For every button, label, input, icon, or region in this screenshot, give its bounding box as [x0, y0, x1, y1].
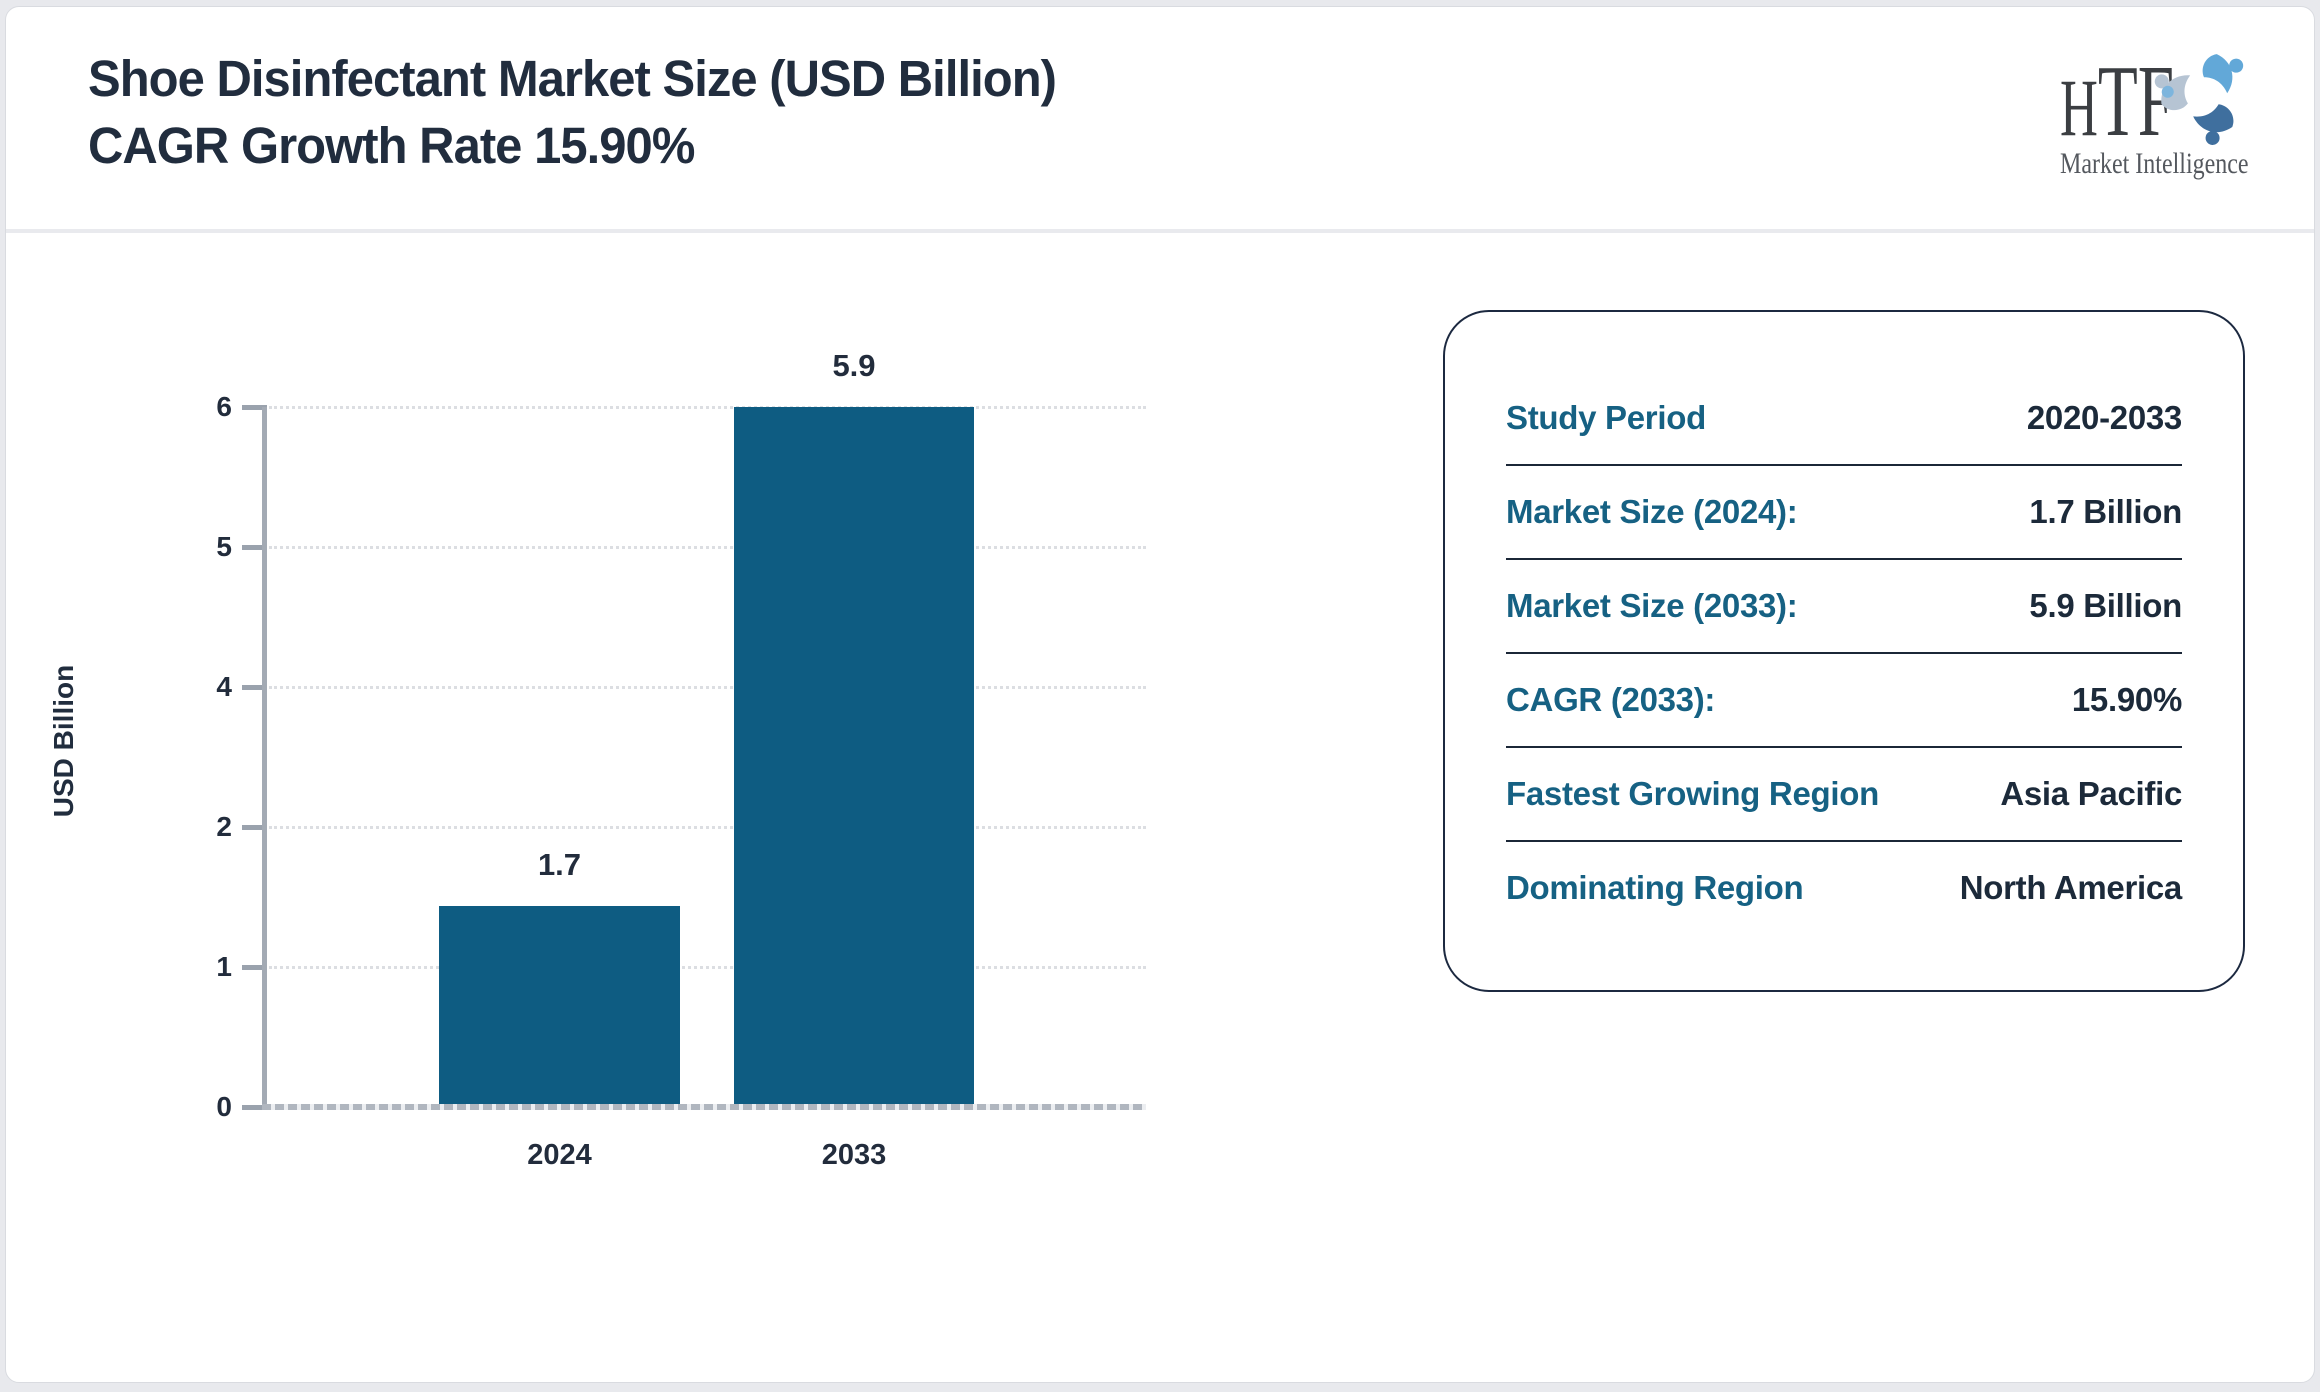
- row-label: Dominating Region: [1506, 869, 1804, 906]
- page-title: Shoe Disinfectant Market Size (USD Billi…: [88, 45, 1057, 179]
- x-axis-baseline: [262, 1104, 1146, 1110]
- gridline: [269, 826, 1146, 829]
- row-value: 5.9 Billion: [2029, 587, 2182, 624]
- row-value: Asia Pacific: [2000, 775, 2182, 812]
- gridline: [269, 406, 1146, 409]
- y-tick-label: 6: [216, 391, 232, 422]
- row-label: Market Size (2024):: [1506, 493, 1798, 530]
- page-title-line2: CAGR Growth Rate 15.90%: [88, 117, 695, 174]
- row-value: North America: [1959, 869, 2183, 906]
- bar-2033: [734, 407, 974, 1104]
- infographic-page: Shoe Disinfectant Market Size (USD Billi…: [0, 0, 2320, 1392]
- page-title-line1: Shoe Disinfectant Market Size (USD Billi…: [88, 50, 1057, 107]
- row-label: Market Size (2033):: [1506, 587, 1798, 624]
- row-label: Fastest Growing Region: [1506, 775, 1879, 812]
- row-value: 2020-2033: [2026, 399, 2182, 436]
- row-value: 15.90%: [2071, 681, 2182, 718]
- table-row: Fastest Growing Region Asia Pacific: [1506, 748, 2182, 842]
- gridline: [269, 686, 1146, 689]
- row-value: 1.7 Billion: [2029, 493, 2182, 530]
- market-summary-panel: Study Period 2020-2033 Market Size (2024…: [1443, 310, 2245, 992]
- row-label: Study Period: [1506, 399, 1706, 436]
- y-axis-line: [262, 407, 267, 1107]
- y-axis-title: USD Billion: [48, 664, 79, 818]
- htf-logo-letter-h: H: [2060, 62, 2098, 153]
- table-row: Market Size (2024): 1.7 Billion: [1506, 466, 2182, 560]
- market-summary-table: Study Period 2020-2033 Market Size (2024…: [1506, 372, 2182, 934]
- y-tick-label: 5: [216, 531, 232, 562]
- content-card: Shoe Disinfectant Market Size (USD Billi…: [5, 6, 2315, 1383]
- htf-logo: HTF Market Intelligence: [2046, 37, 2266, 187]
- bar-value-label: 5.9: [832, 348, 876, 383]
- table-row: Market Size (2033): 5.9 Billion: [1506, 560, 2182, 654]
- y-tick-label: 1: [216, 951, 232, 982]
- htf-swirl-icon: [2154, 54, 2244, 145]
- y-tick-label: 4: [216, 671, 232, 702]
- x-axis-label-2024: 2024: [527, 1139, 592, 1171]
- htf-logo-tagline: Market Intelligence: [2060, 147, 2249, 180]
- table-row: Dominating Region North America: [1506, 842, 2182, 934]
- table-row: CAGR (2033): 15.90%: [1506, 654, 2182, 748]
- table-row: Study Period 2020-2033: [1506, 372, 2182, 466]
- y-tick-label: 2: [216, 811, 232, 842]
- gridline: [269, 546, 1146, 549]
- gridline: [269, 966, 1146, 969]
- row-label: CAGR (2033):: [1506, 681, 1716, 718]
- bar-value-label: 1.7: [537, 847, 582, 882]
- y-tick-label: 0: [216, 1091, 232, 1122]
- x-axis-label-2033: 2033: [821, 1139, 887, 1171]
- header-divider: [6, 229, 2314, 233]
- bar-2024: [439, 906, 680, 1104]
